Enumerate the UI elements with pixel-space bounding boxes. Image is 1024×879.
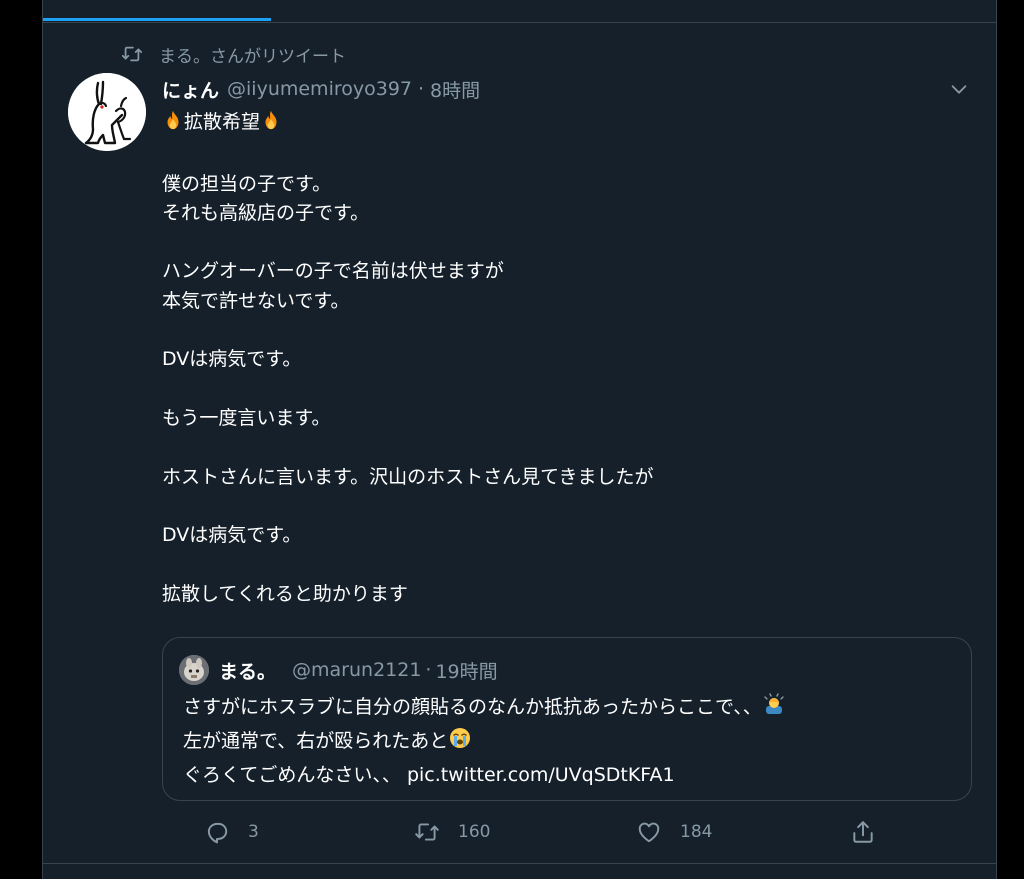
- quoted-line: 左が通常で、右が殴られたあと: [183, 726, 953, 760]
- fire-emoji-icon: [260, 109, 282, 140]
- retweet-context[interactable]: まる。さんがリツイート: [121, 41, 346, 67]
- tweet-line: ハングオーバーの子で名前は伏せますが: [162, 260, 504, 283]
- quoted-author-avatar: [179, 655, 209, 685]
- retweet-count: 160: [458, 822, 491, 842]
- author-name[interactable]: にょん: [162, 76, 219, 103]
- tweet-line: それも高級店の子です。: [162, 201, 370, 224]
- author-handle[interactable]: @iiyumemiroyo397: [227, 78, 412, 100]
- tweet-line: ホストさんに言います。沢山のホストさん見てきましたが: [162, 465, 654, 488]
- tweet-line: もう一度言います。: [162, 406, 331, 429]
- retweet-button[interactable]: 160: [414, 816, 490, 848]
- like-button[interactable]: 184: [636, 816, 712, 848]
- loudly-crying-face-emoji-icon: [448, 726, 472, 760]
- tweet-line: [162, 228, 942, 257]
- tweet-line: [162, 316, 942, 345]
- quoted-line: ぐろくてごめんなさい、、 pic.twitter.com/UVqSDtKFA1: [183, 764, 675, 786]
- quoted-tweet-header: まる。 @marun2121 · 19時間: [179, 655, 498, 685]
- retweet-icon: [121, 43, 143, 65]
- timeline-column: まる。さんがリツイート にょん @iiyumemiroyo397 · 8時間 拡…: [42, 0, 997, 879]
- person-bowing-emoji-icon: [762, 692, 786, 726]
- chevron-down-icon[interactable]: [948, 78, 970, 100]
- tweet-text: 拡散希望 僕の担当の子です。 それも高級店の子です。 ハングオーバーの子で名前は…: [162, 108, 942, 609]
- reply-count: 3: [248, 822, 259, 842]
- heart-icon: [636, 819, 662, 845]
- tweet-line: 本気で許せないです。: [162, 289, 350, 312]
- like-count: 184: [680, 822, 713, 842]
- quoted-tweet-text: さすがにホスラブに自分の顔貼るのなんか抵抗あったからここで、、 左が通常で、右が…: [183, 692, 953, 791]
- share-button[interactable]: [850, 816, 876, 848]
- quoted-author-handle: @marun2121: [292, 659, 422, 681]
- tweet-time[interactable]: 8時間: [430, 76, 480, 103]
- tweet-title: 拡散希望: [162, 108, 942, 140]
- tweet-line: 僕の担当の子です。: [162, 172, 332, 195]
- tweet-line: 拡散してくれると助かります: [162, 582, 408, 605]
- reply-icon: [204, 819, 230, 845]
- tweet-actions: 3 160 184: [162, 816, 873, 848]
- divider: [43, 863, 996, 864]
- author-avatar[interactable]: [68, 73, 146, 151]
- quoted-line: さすがにホスラブに自分の顔貼るのなんか抵抗あったからここで、、: [183, 692, 953, 726]
- tweet-line: [162, 375, 942, 404]
- quoted-tweet-time: 19時間: [435, 660, 498, 683]
- tweet-line: DVは病気です。: [162, 524, 302, 547]
- fire-emoji-icon: [162, 109, 184, 140]
- tweet-line: [162, 550, 942, 579]
- quoted-line-text: さすがにホスラブに自分の顔貼るのなんか抵抗あったからここで、、: [183, 696, 762, 718]
- quoted-line-text: 左が通常で、右が殴られたあと: [183, 730, 449, 752]
- tweet-line: [162, 140, 942, 169]
- tweet-line: [162, 433, 942, 462]
- tweet-title-text: 拡散希望: [184, 111, 261, 133]
- tweet-header: にょん @iiyumemiroyo397 · 8時間: [162, 74, 480, 104]
- separator-dot: ·: [425, 659, 432, 681]
- separator-dot: ·: [418, 78, 425, 100]
- divider: [43, 22, 996, 23]
- tweet-line: [162, 492, 942, 521]
- tweet-line: DVは病気です。: [162, 348, 302, 371]
- screen: まる。さんがリツイート にょん @iiyumemiroyo397 · 8時間 拡…: [0, 0, 1024, 879]
- retweet-context-text: まる。さんがリツイート: [159, 46, 346, 67]
- quoted-author-name: まる。: [219, 660, 277, 683]
- reply-button[interactable]: 3: [204, 816, 259, 848]
- quoted-tweet[interactable]: まる。 @marun2121 · 19時間 さすがにホスラブに自分の顔貼るのなん…: [162, 637, 972, 801]
- share-icon: [850, 819, 876, 845]
- active-tab-indicator: [43, 18, 271, 21]
- retweet-icon: [414, 819, 440, 845]
